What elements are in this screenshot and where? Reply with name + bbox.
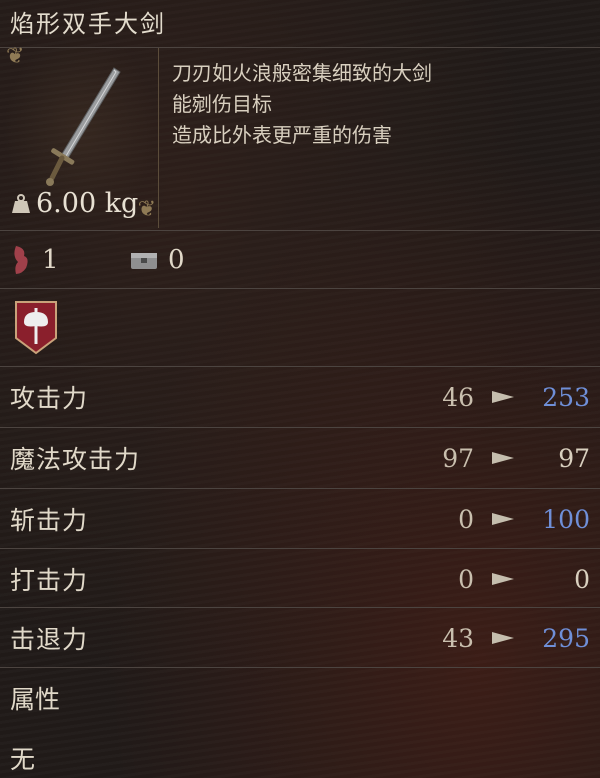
stat-label: 打击力 — [10, 566, 89, 595]
item-weight: 6.00 kg — [10, 188, 138, 219]
item-description: 刀刃如火浪般密集细致的大剑 能剜伤目标 造成比外表更严重的伤害 — [172, 58, 592, 151]
stat-base: 0 — [458, 504, 474, 534]
stat-base: 46 — [442, 382, 474, 412]
stat-row-attack: 攻击力 46 253 — [0, 368, 600, 426]
chest-icon — [131, 253, 157, 269]
arrow-right-icon — [492, 513, 514, 525]
chest-requirement: 0 — [130, 238, 185, 282]
stat-value: 97 — [558, 443, 590, 473]
divider — [0, 230, 600, 231]
frame-ornament-icon: ❦ — [6, 44, 25, 69]
description-line: 能剜伤目标 — [172, 92, 272, 116]
stat-row-slash: 斩击力 0 100 — [0, 490, 600, 548]
arrow-right-icon — [492, 391, 514, 403]
stat-value: 295 — [542, 623, 590, 653]
divider — [0, 366, 600, 367]
stat-row-strike: 打击力 0 0 — [0, 550, 600, 608]
flamberge-sword-icon — [46, 67, 121, 186]
stat-label: 魔法攻击力 — [10, 445, 141, 474]
stat-base: 0 — [458, 564, 474, 594]
stat-value: 100 — [542, 504, 590, 534]
strength-icon — [14, 246, 28, 274]
arrow-right-icon — [492, 452, 514, 464]
stat-value: 253 — [542, 382, 590, 412]
stat-label: 攻击力 — [10, 384, 89, 413]
divider — [0, 288, 600, 289]
axe-badge-icon — [15, 301, 57, 355]
attribute-label: 属性 — [10, 685, 61, 714]
weight-icon — [12, 193, 30, 213]
strength-requirement: 1 — [10, 238, 59, 282]
description-line: 造成比外表更严重的伤害 — [172, 123, 392, 147]
frame-ornament-icon: ❦ — [137, 197, 156, 222]
stat-base: 43 — [442, 623, 474, 653]
stat-row-knockback: 击退力 43 295 — [0, 609, 600, 667]
divider — [0, 488, 600, 489]
stat-label: 斩击力 — [10, 506, 89, 535]
strength-value: 1 — [42, 245, 59, 275]
arrow-right-icon — [492, 573, 514, 585]
stat-base: 97 — [442, 443, 474, 473]
weight-value: 6.00 kg — [36, 188, 139, 219]
stat-label: 击退力 — [10, 625, 89, 654]
item-name: 焰形双手大剑 — [10, 10, 166, 38]
item-detail-panel: 焰形双手大剑 ❦ ❦ 6.00 kg 刀刃如火浪般密集细致的大剑 能剜伤目标 造… — [0, 0, 600, 778]
description-line: 刀刃如火浪般密集细致的大剑 — [172, 61, 432, 85]
divider — [0, 667, 600, 668]
attribute-value: 无 — [10, 745, 36, 774]
stat-value: 0 — [574, 564, 590, 594]
stat-row-magic-attack: 魔法攻击力 97 97 — [0, 429, 600, 487]
chest-value: 0 — [168, 245, 185, 275]
arrow-right-icon — [492, 632, 514, 644]
divider — [0, 427, 600, 428]
divider — [0, 607, 600, 608]
divider — [0, 548, 600, 549]
